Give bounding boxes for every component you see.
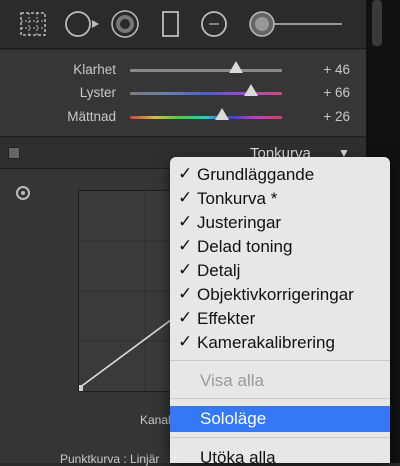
tool-strip <box>0 0 366 49</box>
menu-item-label: Sololäge <box>200 409 267 428</box>
slider-value-vibrance[interactable]: + 66 <box>300 85 350 100</box>
menu-item-effects[interactable]: ✓ Effekter <box>170 307 390 331</box>
menu-item-expand-all[interactable]: Utöka alla <box>170 446 390 463</box>
slider-track-clarity[interactable] <box>130 69 282 72</box>
check-icon: ✓ <box>178 260 193 279</box>
menu-item-label: Grundläggande <box>197 165 315 184</box>
menu-item-lens-corrections[interactable]: ✓ Objektivkorrigeringar <box>170 283 390 307</box>
menu-item-label: Utöka alla <box>200 448 276 463</box>
curve-point-handle <box>77 385 83 391</box>
slider-thumb-vibrance[interactable] <box>244 84 258 96</box>
check-icon: ✓ <box>178 212 193 231</box>
slider-row-vibrance: Lyster + 66 <box>0 83 366 105</box>
menu-item-detail[interactable]: ✓ Detalj <box>170 259 390 283</box>
menu-separator <box>170 437 390 438</box>
scrollbar-thumb[interactable] <box>372 0 382 46</box>
menu-item-label: Objektivkorrigeringar <box>197 285 354 304</box>
check-icon: ✓ <box>178 236 193 255</box>
menu-item-label: Effekter <box>197 309 256 328</box>
slider-thumb-clarity[interactable] <box>229 61 243 73</box>
menu-item-camera-calibration[interactable]: ✓ Kamerakalibrering <box>170 331 390 355</box>
menu-item-basic[interactable]: ✓ Grundläggande <box>170 163 390 187</box>
menu-item-label: Delad toning <box>197 237 293 256</box>
menu-item-split-toning[interactable]: ✓ Delad toning <box>170 235 390 259</box>
menu-separator <box>170 398 390 399</box>
slider-label-saturation: Mättnad <box>67 109 116 124</box>
slider-row-saturation: Mättnad + 26 <box>0 107 366 129</box>
slider-value-saturation[interactable]: + 26 <box>300 109 350 124</box>
slider-label-vibrance: Lyster <box>79 85 116 100</box>
menu-item-label: Visa alla <box>200 371 264 390</box>
slider-track-vibrance[interactable] <box>130 92 282 95</box>
point-curve-label[interactable]: Punktkurva : Linjär <box>60 452 159 466</box>
menu-item-show-all: Visa alla <box>170 369 390 393</box>
menu-separator <box>170 360 390 361</box>
menu-item-label: Justeringar <box>197 213 282 232</box>
channel-label: Kanal <box>140 413 171 427</box>
spot-removal-icon[interactable] <box>64 10 102 38</box>
check-icon: ✓ <box>178 284 193 303</box>
red-eye-icon[interactable] <box>110 10 140 38</box>
targeted-adjustment-icon[interactable] <box>16 186 30 200</box>
adjustment-brush-icon[interactable] <box>248 10 346 38</box>
radial-filter-icon[interactable] <box>200 10 230 38</box>
menu-item-label: Detalj <box>197 261 241 280</box>
menu-item-label: Kamerakalibrering <box>197 333 335 352</box>
menu-item-adjustments[interactable]: ✓ Justeringar <box>170 211 390 235</box>
panel-toggle-switch[interactable] <box>8 147 20 159</box>
slider-row-clarity: Klarhet + 46 <box>0 60 366 82</box>
menu-item-label: Tonkurva * <box>197 189 278 208</box>
check-icon: ✓ <box>178 308 193 327</box>
graduated-filter-icon[interactable] <box>160 10 182 38</box>
slider-label-clarity: Klarhet <box>73 62 116 77</box>
check-icon: ✓ <box>178 188 193 207</box>
crop-overlay-icon[interactable] <box>18 10 48 38</box>
menu-item-solo-mode[interactable]: Sololäge <box>170 406 390 432</box>
slider-thumb-saturation[interactable] <box>215 108 229 120</box>
slider-value-clarity[interactable]: + 46 <box>300 62 350 77</box>
check-icon: ✓ <box>178 332 193 351</box>
menu-item-tone-curve[interactable]: ✓ Tonkurva * <box>170 187 390 211</box>
presence-panel: Klarhet + 46 Lyster + 66 Mättnad + 26 <box>0 50 366 137</box>
slider-track-saturation[interactable] <box>130 116 282 119</box>
check-icon: ✓ <box>178 164 193 183</box>
